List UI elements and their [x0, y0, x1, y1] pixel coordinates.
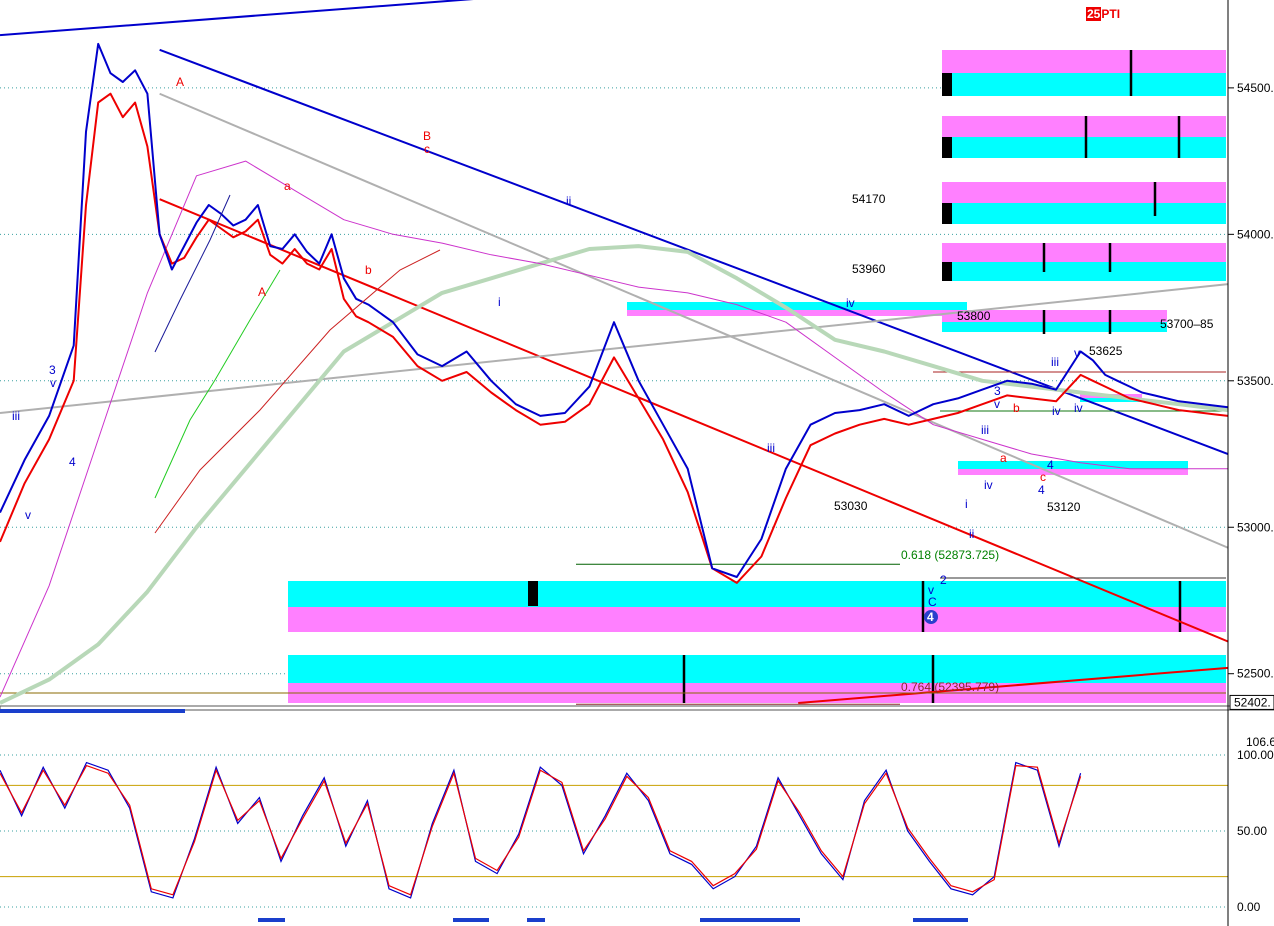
wave-label-blue: iv — [1052, 404, 1061, 418]
badge-number: 25 — [1086, 6, 1102, 21]
wave-label-blue: 4 — [1047, 458, 1054, 472]
wave-label-blue: 4 — [69, 455, 76, 469]
y-tick-label: 53000. — [1237, 520, 1274, 534]
osc-signal-bar — [913, 918, 968, 922]
band-marker — [942, 73, 952, 96]
y-tick-label: 52500. — [1237, 667, 1274, 681]
oscillator — [0, 761, 1082, 922]
level-label: 53120 — [1047, 500, 1081, 514]
wave-label-red: A — [258, 285, 266, 299]
wave-circle-label: 4 — [927, 610, 934, 624]
wave-label-blue: v — [50, 376, 56, 390]
pane-separator — [0, 705, 1274, 711]
band-magenta — [942, 116, 1226, 137]
band-magenta — [942, 243, 1226, 262]
series-green — [154, 269, 281, 499]
band-cyan — [958, 461, 1188, 469]
fib-label: 0.764 (52395.779) — [901, 680, 999, 694]
wave-label-blue: v — [25, 508, 31, 522]
y-tick-label: 54500. — [1237, 81, 1274, 95]
band-cyan — [942, 203, 1226, 224]
band-cyan — [627, 302, 967, 310]
wave-label-blue: iii — [981, 423, 989, 437]
wave-label-red: c — [1040, 470, 1046, 484]
wave-label-blue: iv — [1074, 401, 1083, 415]
wave-label-red: b — [1013, 401, 1020, 415]
trend-line-gray — [0, 283, 1229, 415]
wave-label-red: a — [284, 179, 291, 193]
level-label: 54170 — [852, 192, 886, 206]
band-magenta — [942, 182, 1226, 203]
level-label: 53960 — [852, 262, 886, 276]
band-cyan — [942, 322, 1167, 332]
band-cyan — [942, 137, 1226, 158]
wave-label-blue: iii — [12, 409, 20, 423]
wave-label-blue: iv — [984, 478, 993, 492]
band-marker — [942, 203, 952, 224]
wave-label-blue: iii — [767, 441, 775, 455]
price-axis: 54500. 54000. 53500. 53000. 52500. 52402. 100.… — [1227, 0, 1274, 926]
price-chart: 54500. 54000. 53500. 53000. 52500. 52402. 100.… — [0, 0, 1274, 926]
osc-signal-bar — [527, 918, 545, 922]
symbol-name: PTI — [1101, 6, 1121, 21]
level-label: 53800 — [957, 309, 991, 323]
wave-label-blue: 2 — [940, 573, 947, 587]
band-magenta — [288, 607, 1226, 632]
osc-signal-bar — [453, 918, 489, 922]
wave-label-blue: ii — [969, 527, 974, 541]
band-magenta — [942, 50, 1226, 73]
level-label: 53625 — [1089, 344, 1123, 358]
osc-tick-label: 50.00 — [1237, 824, 1267, 838]
wave-label-blue: iii — [1051, 355, 1059, 369]
scroll-marker — [0, 709, 185, 713]
level-label: 53030 — [834, 499, 868, 513]
wave-label-red: c — [424, 142, 430, 156]
osc-signal-bar — [700, 918, 800, 922]
band-marker — [528, 581, 538, 606]
wave-label-blue: C — [928, 595, 937, 609]
wave-label-blue: i — [965, 497, 968, 511]
wave-label-red: b — [365, 263, 372, 277]
series-red — [0, 92, 1229, 584]
wave-label-blue: v — [994, 397, 1000, 411]
wave-label-red: A — [176, 75, 184, 89]
osc-last-value: 106.6 — [1246, 735, 1274, 749]
osc-tick-label: 0.00 — [1237, 900, 1261, 914]
symbol-badge[interactable]: 25 PTI — [1086, 6, 1120, 21]
series-thin-blue — [154, 194, 231, 353]
band-cyan — [942, 73, 1226, 96]
y-tick-label: 54000. — [1237, 227, 1274, 241]
band-cyan — [288, 581, 1226, 607]
band-magenta — [958, 469, 1188, 475]
fib-label: 0.618 (52873.725) — [901, 548, 999, 562]
trend-line-blue — [0, 0, 474, 37]
osc-tick-label: 100.00 — [1237, 748, 1274, 762]
osc-series-blue — [0, 761, 1082, 899]
wave-label-blue: 3 — [994, 384, 1001, 398]
level-label: 53700–85 — [1160, 317, 1214, 331]
y-tick-label: 53500. — [1237, 374, 1274, 388]
wave-label-red: a — [1000, 451, 1007, 465]
wave-label-blue: ii — [566, 194, 571, 208]
band-cyan — [942, 262, 1226, 281]
wave-label-blue: i — [498, 295, 501, 309]
wave-label-blue: iv — [846, 296, 855, 310]
wave-label-red: B — [423, 129, 431, 143]
wave-label-blue: 4 — [1038, 483, 1045, 497]
band-marker — [942, 262, 952, 281]
last-price-label: 52402. — [1234, 695, 1271, 709]
wave-label-blue: 3 — [49, 363, 56, 377]
wave-label-blue: v — [1074, 346, 1080, 360]
band-marker — [942, 137, 952, 158]
osc-signal-bar — [258, 918, 285, 922]
